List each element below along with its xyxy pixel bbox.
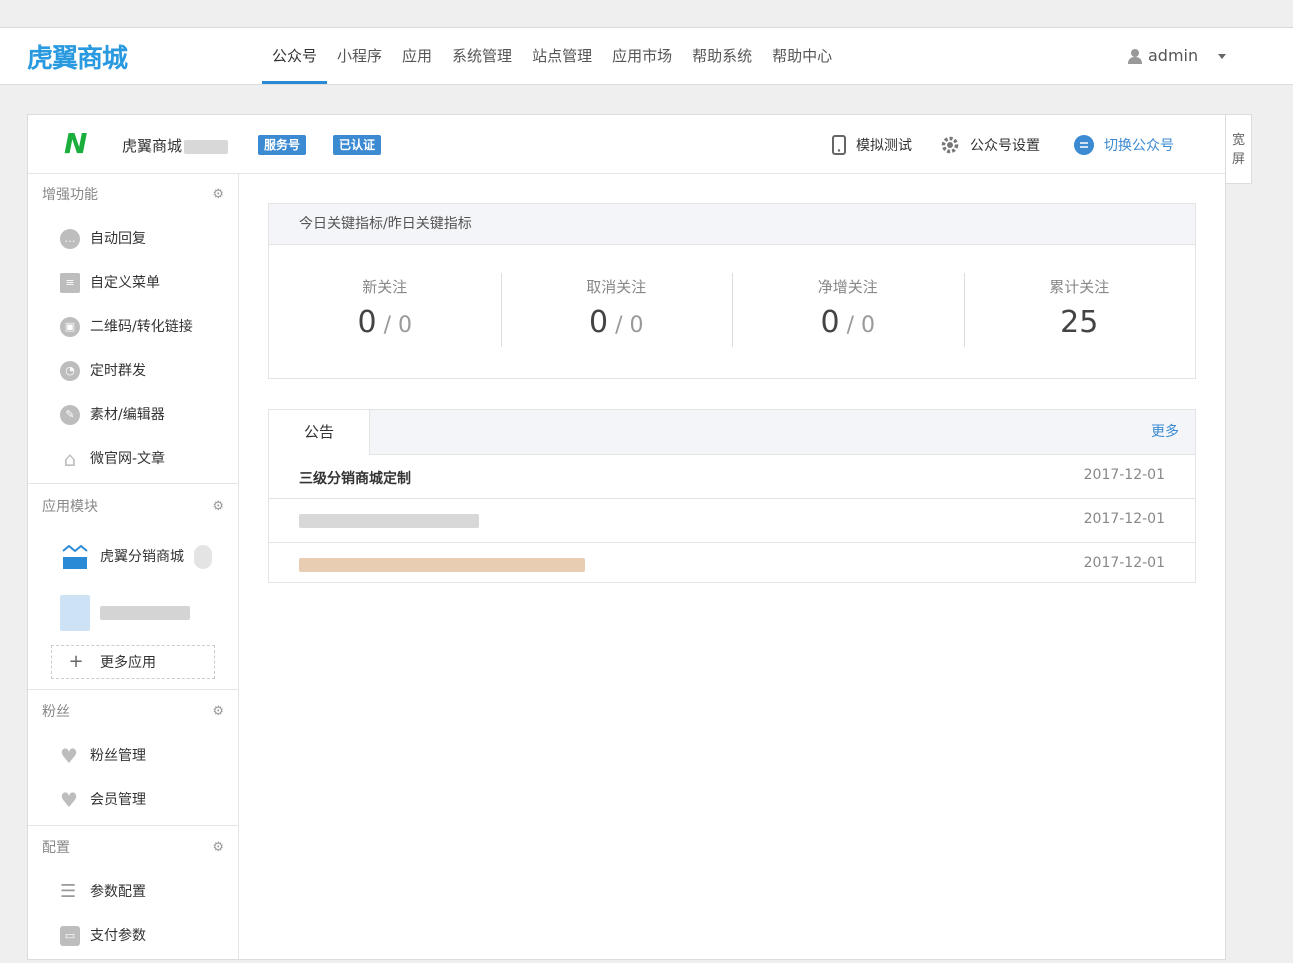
sidebar-section-modules: 应用模块 ⚙ [28, 485, 238, 529]
redacted-text [100, 606, 190, 620]
nav-app-market[interactable]: 应用市场 [602, 28, 682, 84]
notice-card: 公告 更多 三级分销商城定制 2017-12-01 2017-12-01 201… [268, 409, 1196, 583]
nav-official-account[interactable]: 公众号 [262, 28, 328, 84]
list-icon: ☰ [60, 881, 77, 902]
chevron-down-icon [1218, 53, 1227, 59]
kpi-title: 今日关键指标/昨日关键指标 [269, 204, 1195, 245]
section-title: 配置 [42, 840, 70, 856]
chat-bubble-icon: … [60, 229, 80, 249]
sidebar-section-enhance: 增强功能 ⚙ [28, 173, 238, 217]
switch-icon [1074, 135, 1094, 155]
sidebar-item-mall-app[interactable]: 虎翼分销商城 [60, 543, 212, 571]
gear-icon[interactable]: ⚙ [212, 690, 224, 734]
more-apps-button[interactable]: + 更多应用 [51, 645, 215, 679]
switch-account-button[interactable]: 切换公众号 [1074, 135, 1174, 155]
app-icon [60, 595, 90, 631]
gear-icon[interactable]: ⚙ [212, 826, 224, 870]
clock-user-icon: ◔ [60, 361, 80, 381]
sidebar-section-config: 配置 ⚙ [28, 826, 238, 870]
account-settings-button[interactable]: 公众号设置 [940, 135, 1040, 155]
notice-row[interactable]: 2017-12-01 [269, 543, 1195, 586]
username: admin [1148, 46, 1199, 65]
sidebar-item-material-editor[interactable]: ✎ 素材/编辑器 [60, 403, 165, 427]
tab-notice[interactable]: 公告 [269, 410, 370, 455]
account-bar: N 虎翼商城 服务号 已认证 模拟测试 公众号设置 切换公众号 [28, 115, 1225, 174]
redacted-text [299, 514, 479, 528]
simulate-test-button[interactable]: 模拟测试 [832, 135, 912, 155]
wide-screen-toggle[interactable]: 宽屏 [1226, 114, 1252, 184]
notice-row[interactable]: 2017-12-01 [269, 499, 1195, 543]
main-nav: 公众号 小程序 应用 系统管理 站点管理 应用市场 帮助系统 帮助中心 [262, 28, 842, 84]
kpi-card: 今日关键指标/昨日关键指标 新关注 0 / 0 取消关注 0 / 0 净增关注 … [268, 203, 1196, 379]
nav-help-system[interactable]: 帮助系统 [682, 28, 762, 84]
notice-row[interactable]: 三级分销商城定制 2017-12-01 [269, 455, 1195, 499]
phone-icon [832, 135, 846, 155]
mall-app-icon [62, 544, 88, 569]
gear-icon[interactable]: ⚙ [212, 485, 224, 529]
kpi-total-follow: 累计关注 25 [963, 245, 1196, 380]
badge-service-account: 服务号 [258, 135, 307, 155]
kpi-new-follow: 新关注 0 / 0 [357, 278, 413, 340]
sidebar-item-member-management[interactable]: ♥ 会员管理 [60, 788, 146, 812]
document-edit-icon: ≡ [60, 273, 80, 293]
sidebar-item-custom-menu[interactable]: ≡ 自定义菜单 [60, 271, 160, 295]
main-panel: N 虎翼商城 服务号 已认证 模拟测试 公众号设置 切换公众号 增强功能 ⚙ … 自… [27, 114, 1226, 960]
sidebar-item-auto-reply[interactable]: … 自动回复 [60, 227, 146, 251]
section-title: 增强功能 [42, 187, 98, 203]
badge-verified: 已认证 [333, 135, 382, 155]
plus-icon: + [68, 651, 84, 672]
sidebar-item-redacted-app[interactable] [60, 595, 190, 631]
sidebar-item-scheduled-send[interactable]: ◔ 定时群发 [60, 359, 146, 383]
nav-help-center[interactable]: 帮助中心 [762, 28, 842, 84]
kpi-net-follow: 净增关注 0 / 0 [732, 245, 964, 380]
section-title: 应用模块 [42, 499, 98, 515]
kpi-unfollow: 取消关注 0 / 0 [500, 245, 733, 380]
nav-system-management[interactable]: 系统管理 [442, 28, 522, 84]
wallet-icon: ▭ [60, 926, 80, 946]
sidebar-item-param-config[interactable]: ☰ 参数配置 [60, 880, 146, 904]
redacted-text [299, 558, 585, 572]
nav-mini-program[interactable]: 小程序 [327, 28, 392, 84]
site-logo[interactable]: 虎翼商城 [27, 38, 128, 75]
sidebar-item-micro-site[interactable]: ⌂ 微官网-文章 [60, 447, 165, 471]
sidebar: 增强功能 ⚙ … 自动回复 ≡ 自定义菜单 ▣ 二维码/转化链接 ◔ 定时群发 ✎ 素材/编… [28, 173, 239, 959]
home-icon: ⌂ [63, 447, 77, 471]
top-navbar: 虎翼商城 公众号 小程序 应用 系统管理 站点管理 应用市场 帮助系统 帮助中心… [0, 27, 1293, 85]
heart-icon: ♥ [60, 744, 78, 768]
redacted-text [184, 139, 229, 154]
section-title: 粉丝 [42, 704, 70, 720]
sidebar-item-qrcode[interactable]: ▣ 二维码/转化链接 [60, 315, 193, 339]
qrcode-icon: ▣ [60, 317, 80, 337]
user-icon [1128, 49, 1142, 64]
gear-icon [941, 136, 959, 154]
nav-apps[interactable]: 应用 [392, 28, 442, 84]
account-avatar: N [64, 127, 88, 160]
heart-icon: ♥ [60, 788, 78, 812]
pencil-icon: ✎ [60, 405, 80, 425]
sidebar-item-payment-params[interactable]: ▭ 支付参数 [60, 924, 146, 948]
redacted-text [194, 545, 212, 569]
nav-site-management[interactable]: 站点管理 [522, 28, 602, 84]
divider [28, 483, 238, 484]
sidebar-item-fans-management[interactable]: ♥ 粉丝管理 [60, 744, 146, 768]
more-link[interactable]: 更多 [1151, 410, 1179, 454]
account-name: 虎翼商城 [122, 135, 229, 156]
user-menu[interactable]: admin [1128, 28, 1227, 84]
sidebar-section-fans: 粉丝 ⚙ [28, 690, 238, 734]
gear-icon[interactable]: ⚙ [212, 173, 224, 217]
